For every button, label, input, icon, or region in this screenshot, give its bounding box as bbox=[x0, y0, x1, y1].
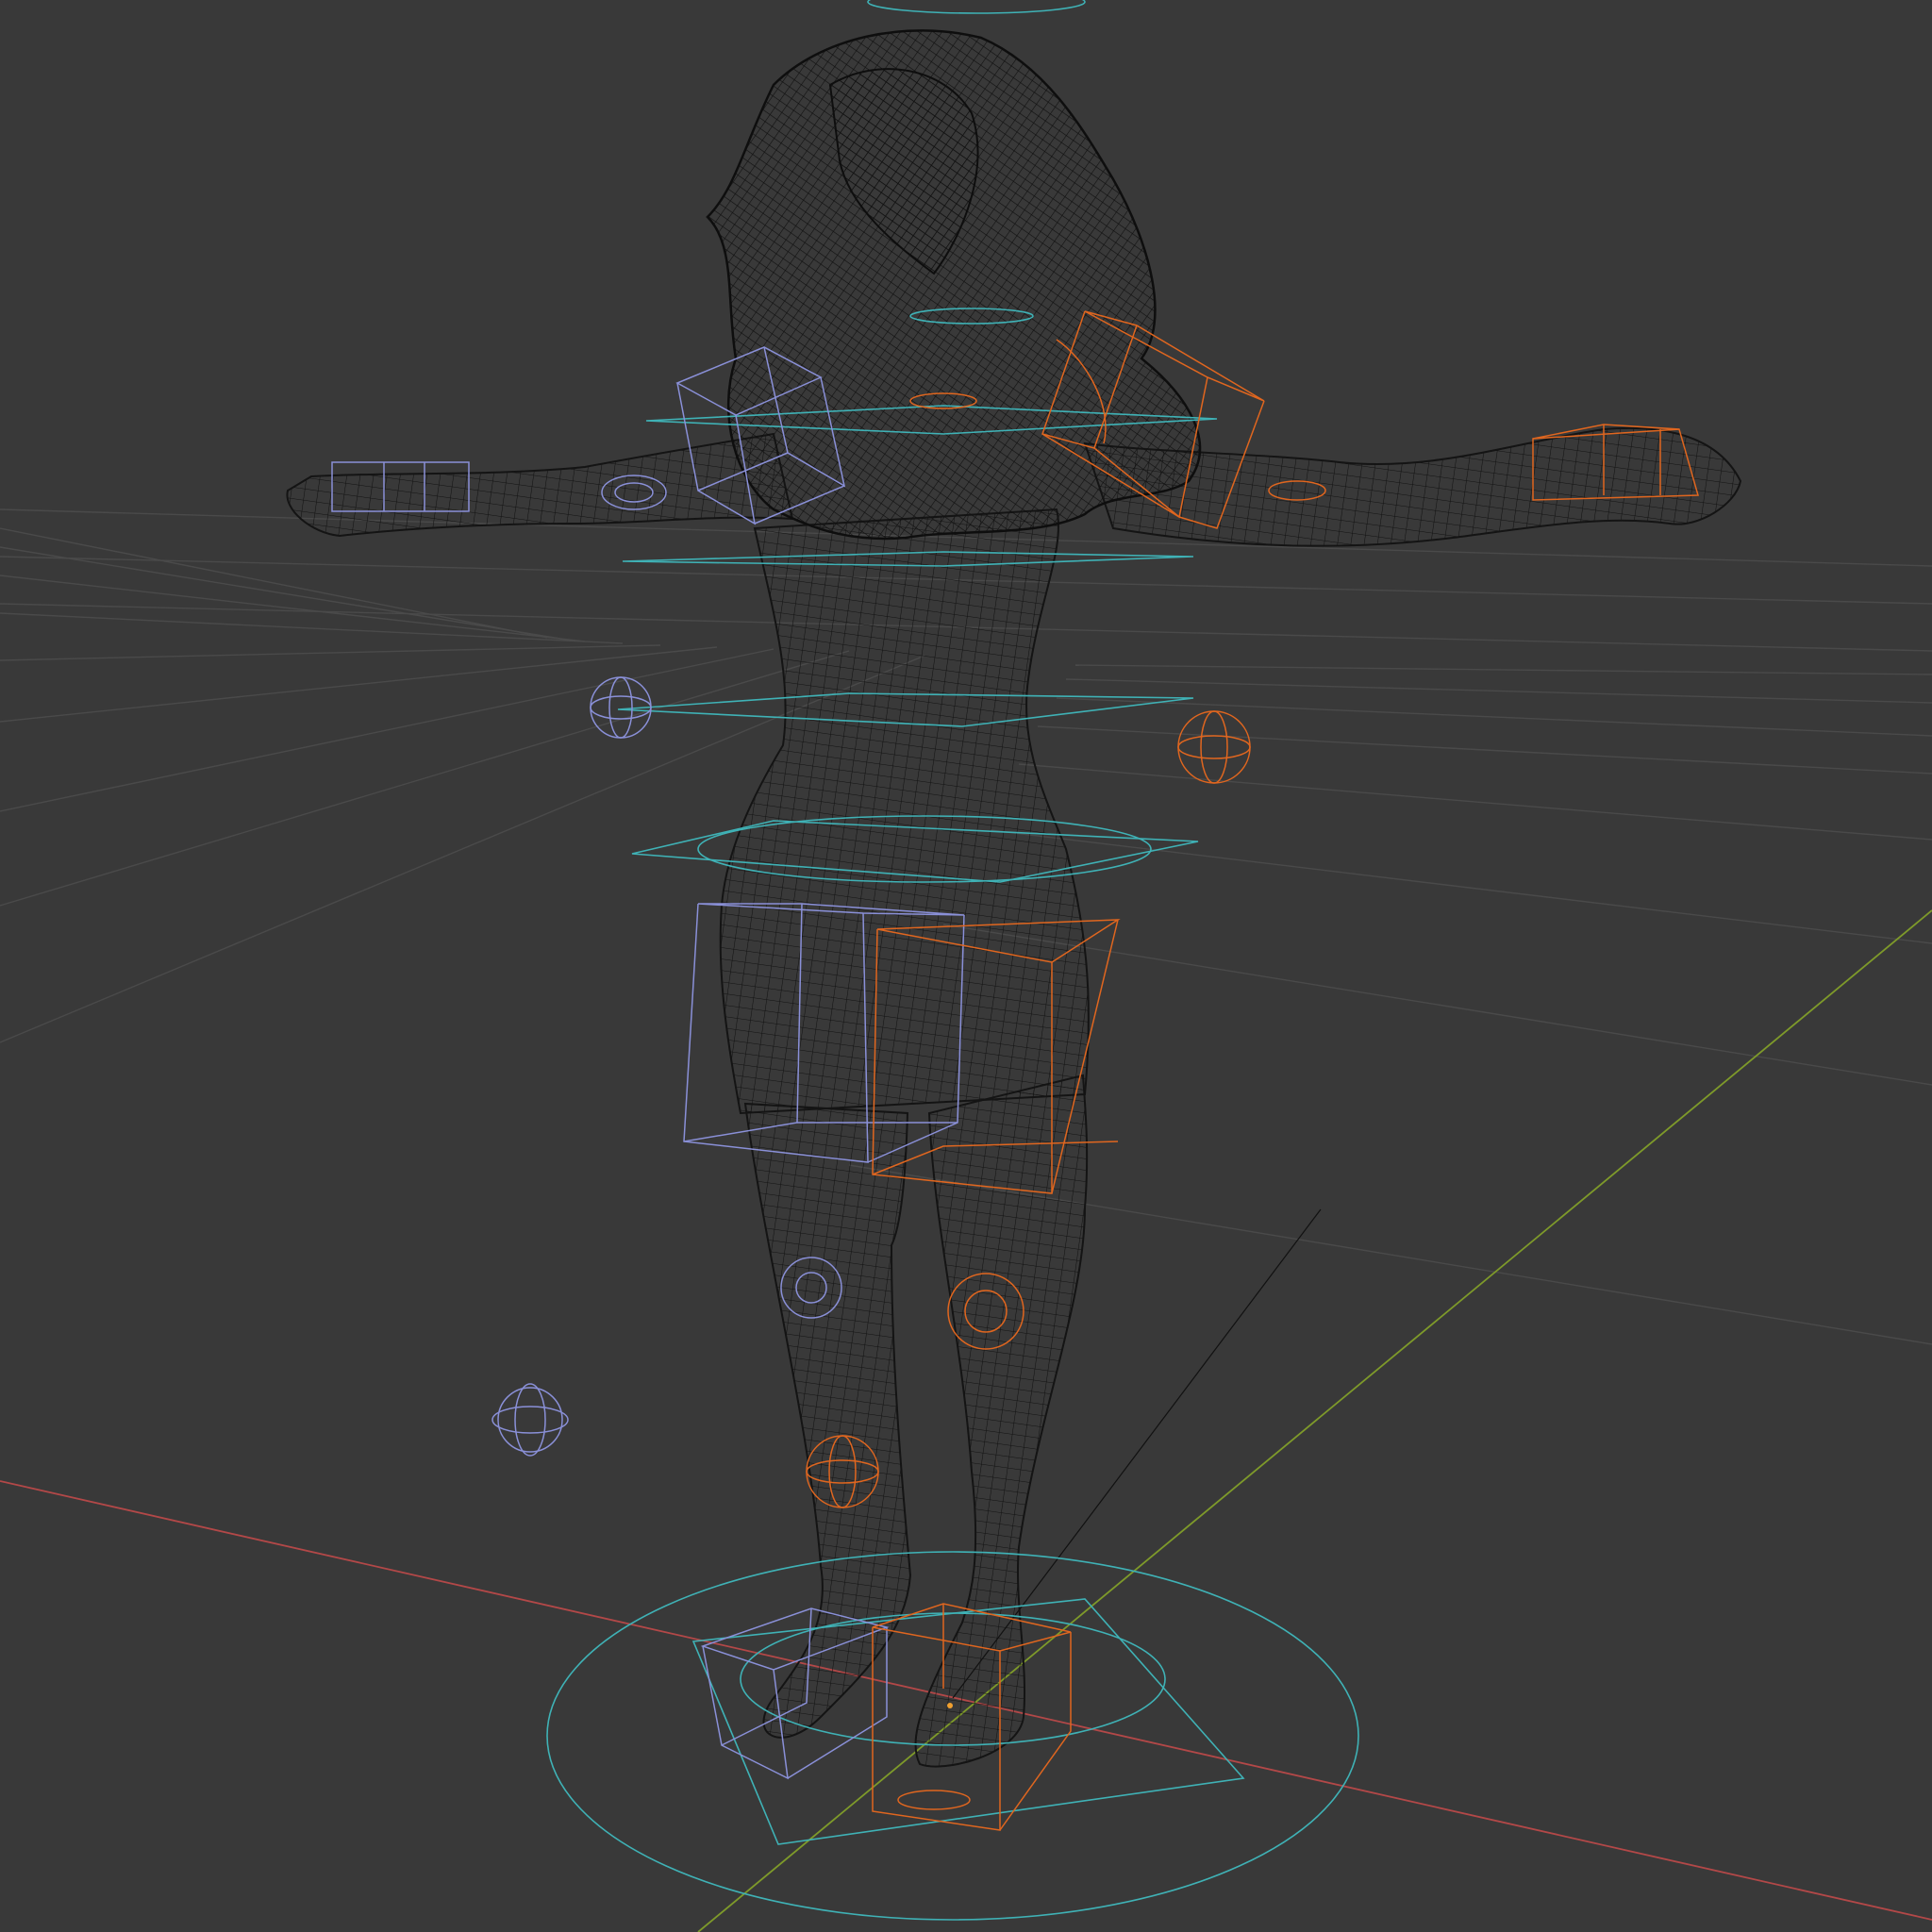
ik-target-left[interactable] bbox=[491, 1383, 569, 1457]
origin-marker bbox=[947, 1703, 953, 1708]
3d-viewport[interactable] bbox=[0, 0, 1932, 1932]
character-mesh[interactable] bbox=[286, 29, 1742, 1768]
heel-roll-right[interactable] bbox=[897, 1790, 971, 1810]
head-control[interactable] bbox=[867, 0, 1086, 14]
elbow-pole-right[interactable] bbox=[1177, 710, 1251, 784]
viewport-canvas[interactable] bbox=[0, 0, 1932, 1932]
